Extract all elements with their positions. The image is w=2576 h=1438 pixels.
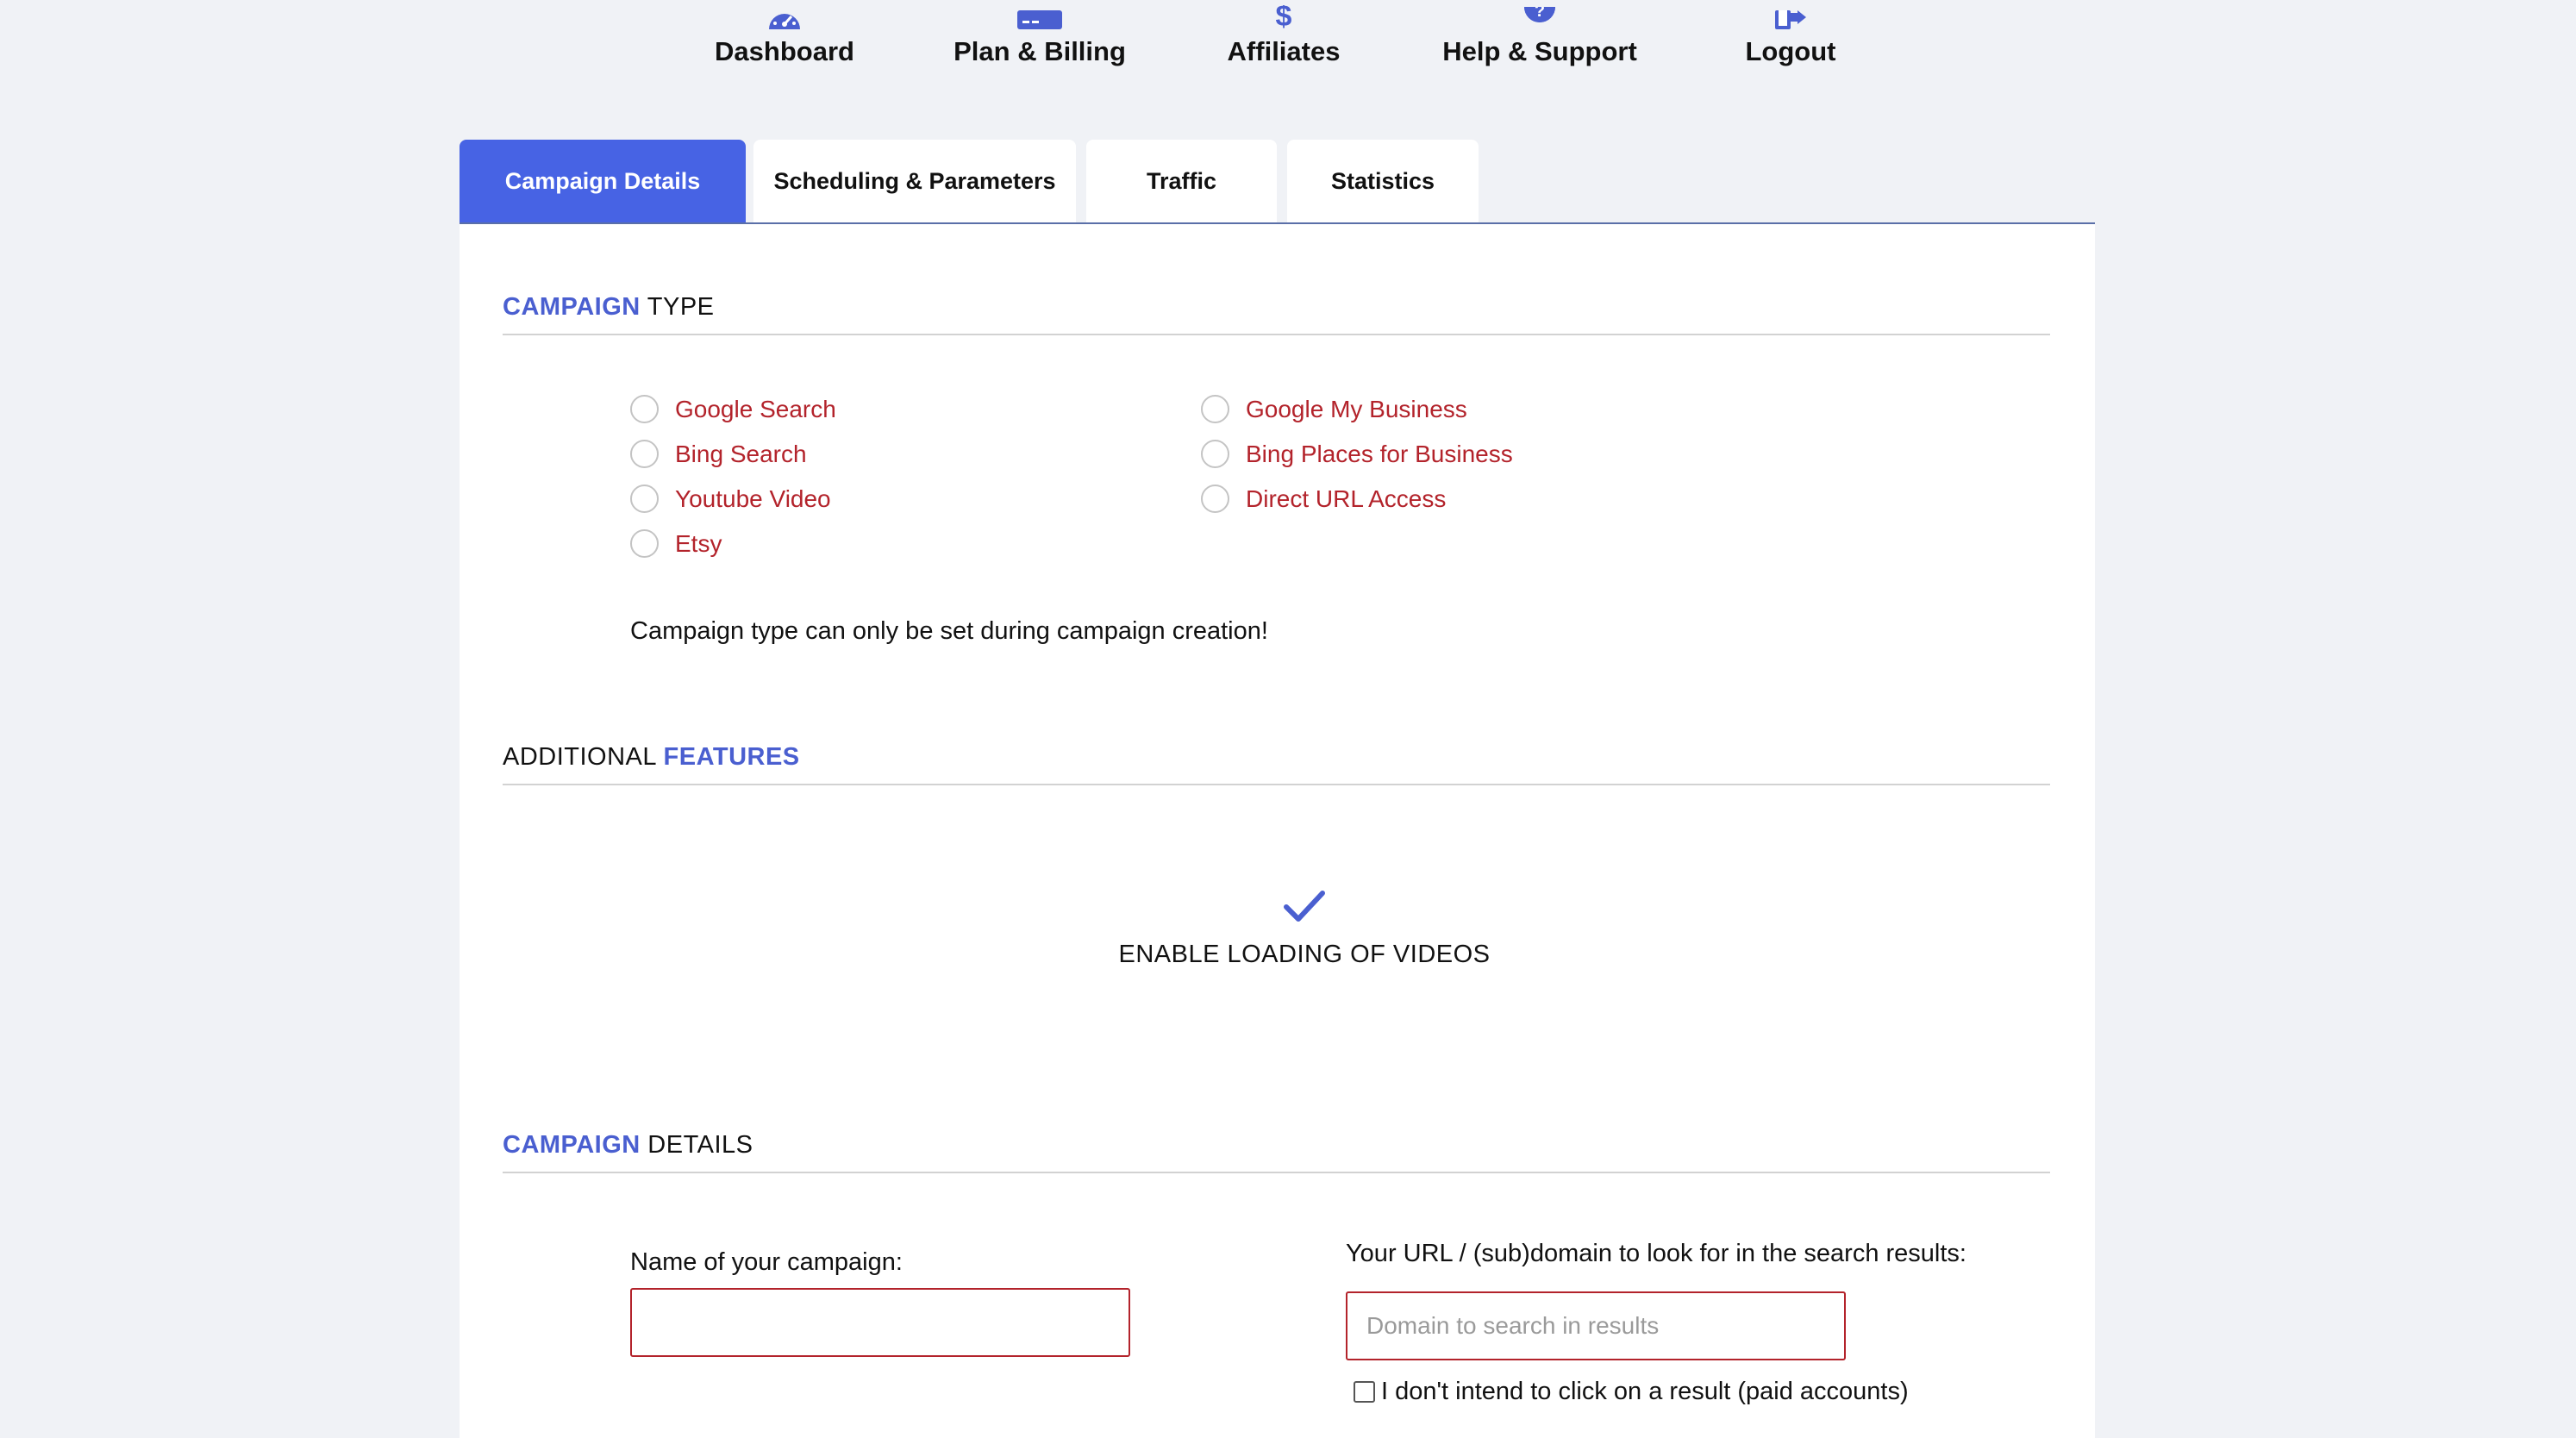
radio-youtube-video[interactable]: Youtube Video xyxy=(630,485,831,513)
svg-text:?: ? xyxy=(1535,7,1545,21)
radio-google-my-business[interactable]: Google My Business xyxy=(1201,395,1467,423)
heading-accent: CAMPAIGN xyxy=(503,1131,641,1159)
radio-bing-places[interactable]: Bing Places for Business xyxy=(1201,440,1513,468)
radio-button[interactable] xyxy=(630,529,659,558)
radio-button[interactable] xyxy=(1201,485,1229,513)
svg-text:$: $ xyxy=(1276,5,1292,29)
radio-label: Bing Places for Business xyxy=(1246,440,1513,467)
radio-label: Bing Search xyxy=(675,440,807,467)
radio-etsy[interactable]: Etsy xyxy=(630,529,722,558)
checkmark-icon xyxy=(1283,890,1326,928)
logout-icon xyxy=(1775,0,1806,29)
radio-label: Direct URL Access xyxy=(1246,485,1447,512)
campaign-details-panel: CAMPAIGN TYPE Google Search Bing Search … xyxy=(460,224,2095,1438)
tab-traffic[interactable]: Traffic xyxy=(1086,140,1277,222)
heading-rest: DETAILS xyxy=(640,1131,753,1159)
tab-statistics[interactable]: Statistics xyxy=(1287,140,1479,222)
campaign-type-heading: CAMPAIGN TYPE xyxy=(503,293,2050,335)
feature-label: ENABLE LOADING OF VIDEOS xyxy=(1118,941,1491,968)
no-click-label: I don't intend to click on a result (pai… xyxy=(1381,1378,1909,1405)
radio-google-search[interactable]: Google Search xyxy=(630,395,836,423)
enable-video-loading-toggle[interactable]: ENABLE LOADING OF VIDEOS xyxy=(1063,890,1546,969)
campaign-name-label: Name of your campaign: xyxy=(630,1248,903,1276)
nav-item-logout[interactable]: Logout xyxy=(1745,0,1836,78)
heading-rest: ADDITIONAL xyxy=(503,743,664,771)
nav-item-help-support[interactable]: ? Help & Support xyxy=(1442,0,1637,78)
gauge-icon xyxy=(767,0,802,29)
nav-label: Logout xyxy=(1745,36,1836,66)
top-navigation: Dashboard Plan & Billing $ Affiliates ? xyxy=(0,0,2576,86)
radio-label: Google Search xyxy=(675,395,836,422)
campaign-type-note: Campaign type can only be set during cam… xyxy=(630,617,1268,645)
nav-item-affiliates[interactable]: $ Affiliates xyxy=(1227,0,1341,78)
nav-label: Help & Support xyxy=(1442,36,1637,66)
question-circle-icon: ? xyxy=(1524,0,1555,29)
nav-label: Affiliates xyxy=(1227,36,1341,66)
radio-button[interactable] xyxy=(1201,440,1229,468)
radio-button[interactable] xyxy=(1201,395,1229,423)
no-click-option[interactable]: I don't intend to click on a result (pai… xyxy=(1354,1378,1909,1406)
dollar-icon: $ xyxy=(1273,0,1294,29)
domain-input[interactable] xyxy=(1346,1291,1846,1360)
tab-scheduling-parameters[interactable]: Scheduling & Parameters xyxy=(753,140,1076,222)
no-click-checkbox[interactable] xyxy=(1354,1381,1375,1403)
nav-label: Plan & Billing xyxy=(953,36,1126,66)
radio-label: Google My Business xyxy=(1246,395,1467,422)
heading-rest: TYPE xyxy=(640,293,715,321)
heading-accent: FEATURES xyxy=(663,743,800,771)
domain-label: Your URL / (sub)domain to look for in th… xyxy=(1346,1240,1966,1267)
nav-label: Dashboard xyxy=(715,36,854,66)
credit-card-icon xyxy=(1017,0,1062,29)
radio-button[interactable] xyxy=(630,485,659,513)
nav-item-plan-billing[interactable]: Plan & Billing xyxy=(953,0,1126,78)
additional-features-heading: ADDITIONAL FEATURES xyxy=(503,743,2050,785)
heading-accent: CAMPAIGN xyxy=(503,293,641,321)
radio-button[interactable] xyxy=(630,395,659,423)
campaign-name-input[interactable] xyxy=(630,1288,1130,1357)
radio-button[interactable] xyxy=(630,440,659,468)
tab-campaign-details[interactable]: Campaign Details xyxy=(460,140,746,222)
radio-label: Etsy xyxy=(675,529,722,557)
radio-bing-search[interactable]: Bing Search xyxy=(630,440,807,468)
radio-direct-url-access[interactable]: Direct URL Access xyxy=(1201,485,1446,513)
nav-item-dashboard[interactable]: Dashboard xyxy=(715,0,854,78)
campaign-details-heading: CAMPAIGN DETAILS xyxy=(503,1131,2050,1173)
tab-bar: Campaign Details Scheduling & Parameters… xyxy=(460,140,2095,224)
radio-label: Youtube Video xyxy=(675,485,831,512)
